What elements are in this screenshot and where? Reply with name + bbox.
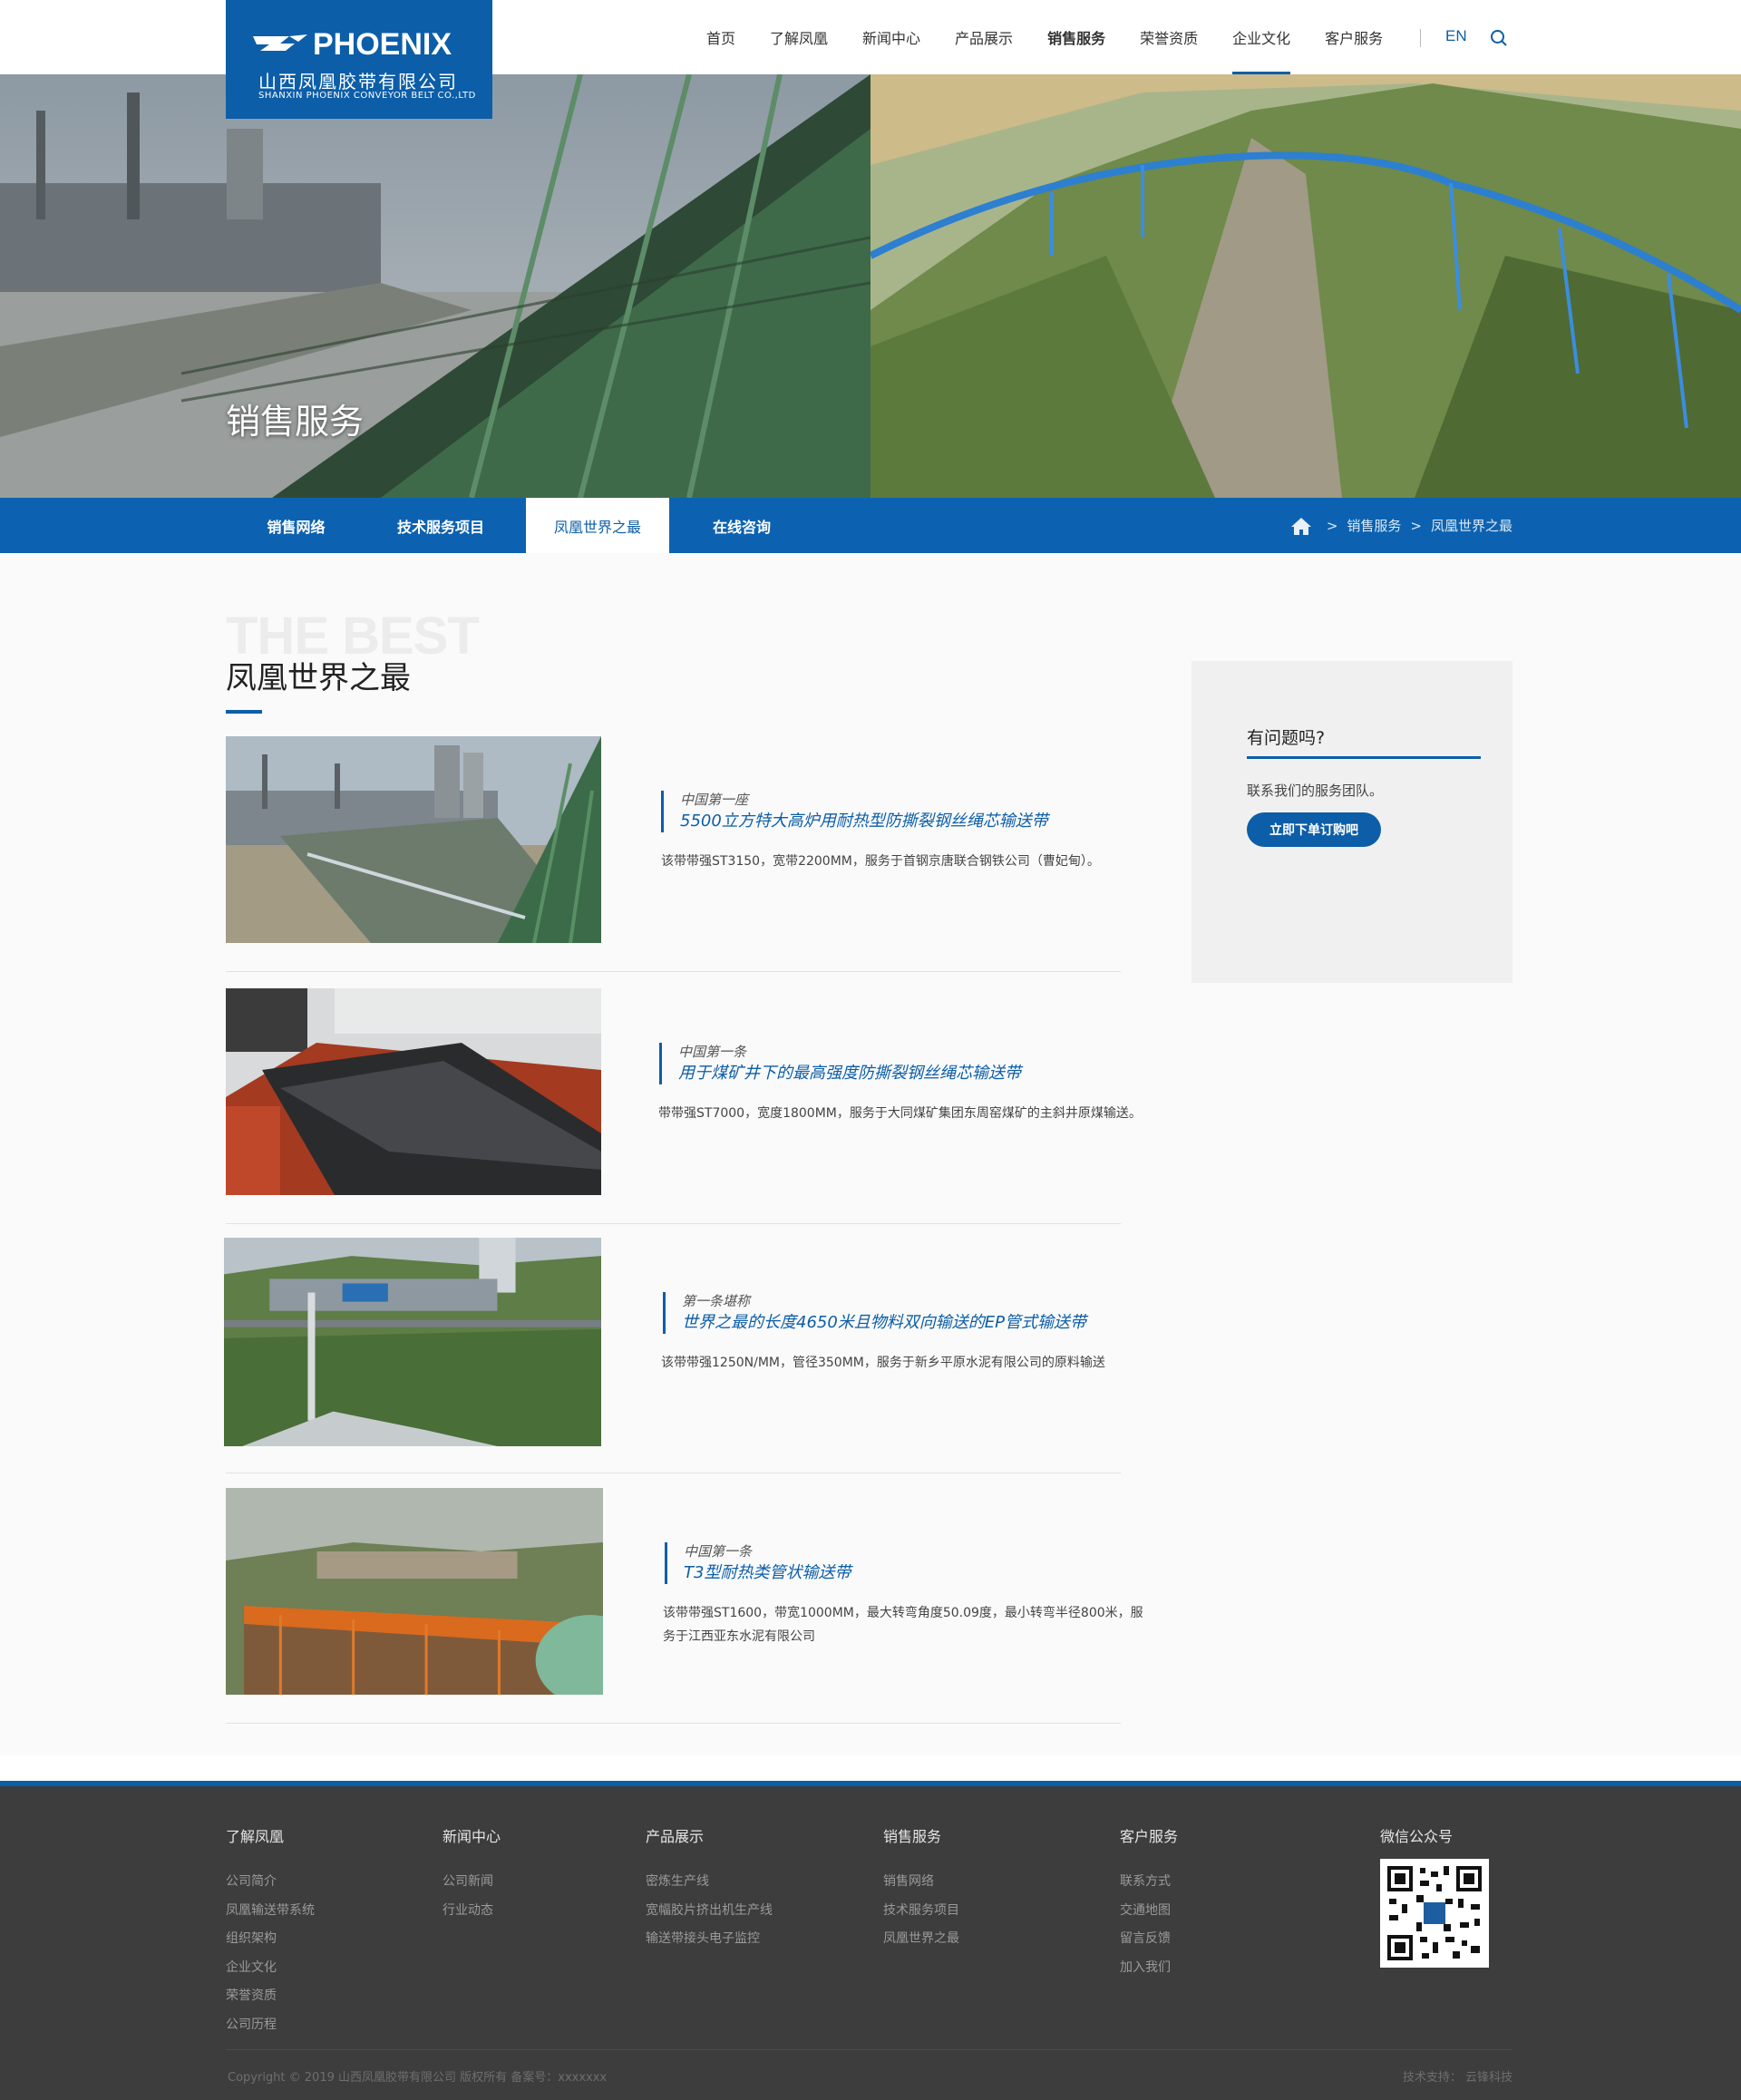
item-tag: 中国第一条 bbox=[684, 1543, 753, 1560]
breadcrumb-separator: > bbox=[1410, 517, 1422, 534]
nav-home[interactable]: 首页 bbox=[689, 0, 753, 74]
item-image-pipe-conveyor bbox=[224, 1238, 601, 1446]
footer-column-customer: 客户服务 联系方式 交通地图 留言反馈 加入我们 bbox=[1120, 1824, 1178, 1982]
nav-customer-service[interactable]: 客户服务 bbox=[1308, 0, 1400, 74]
breadcrumb-separator: > bbox=[1326, 517, 1338, 534]
item-tag: 第一条堪称 bbox=[682, 1293, 751, 1309]
nav-news[interactable]: 新闻中心 bbox=[845, 0, 938, 74]
footer-link[interactable]: 组织架构 bbox=[226, 1925, 315, 1954]
main-nav: 首页 了解凤凰 新闻中心 产品展示 销售服务 荣誉资质 企业文化 客户服务 bbox=[689, 0, 1400, 74]
footer-link[interactable]: 销售网络 bbox=[883, 1868, 959, 1897]
list-item[interactable]: 中国第一座 5500立方特大高炉用耐热型防撕裂钢丝绳芯输送带 该带带强ST315… bbox=[226, 736, 1121, 972]
nav-culture[interactable]: 企业文化 bbox=[1215, 0, 1308, 74]
banner-title: 销售服务 bbox=[226, 402, 365, 442]
nav-products[interactable]: 产品展示 bbox=[938, 0, 1030, 74]
footer-link[interactable]: 公司历程 bbox=[226, 2011, 315, 2040]
subnav-tab-sales-network[interactable]: 销售网络 bbox=[226, 498, 366, 553]
section-title-underline bbox=[226, 710, 262, 714]
language-switch[interactable]: EN bbox=[1445, 27, 1467, 45]
item-title[interactable]: T3型耐热类管状输送带 bbox=[684, 1560, 851, 1586]
footer-heading: 微信公众号 bbox=[1380, 1828, 1454, 1845]
footer-column-products: 产品展示 密炼生产线 宽幅胶片挤出机生产线 输送带接头电子监控 bbox=[646, 1824, 773, 1954]
item-image-steel-plant-conveyor bbox=[226, 736, 601, 943]
item-image-tubular-conveyor bbox=[226, 1488, 603, 1695]
logo-company-name-en: SHANXIN PHOENIX CONVEYOR BELT CO.,LTD bbox=[258, 91, 476, 101]
item-description: 带带强ST7000，宽度1800MM，服务于大同煤矿集团东周窑煤矿的主斜井原煤输… bbox=[658, 1106, 1142, 1121]
item-meta: 中国第一条 用于煤矿井下的最高强度防撕裂钢丝绳芯输送带 bbox=[659, 1043, 1021, 1084]
item-title[interactable]: 用于煤矿井下的最高强度防撕裂钢丝绳芯输送带 bbox=[678, 1061, 1021, 1086]
item-tag: 中国第一条 bbox=[678, 1044, 747, 1060]
tech-support-text: 技术支持： 云锋科技 bbox=[1402, 2071, 1512, 2085]
item-title[interactable]: 世界之最的长度4650米且物料双向输送的EP管式输送带 bbox=[682, 1310, 1086, 1336]
main-content: THE BEST 凤凰世界之最 中国第一座 5500立方特大高炉用耐热型防撕裂钢… bbox=[0, 553, 1741, 1755]
footer-column-about: 了解凤凰 公司简介 凤凰输送带系统 组织架构 企业文化 荣誉资质 公司历程 bbox=[226, 1824, 315, 2039]
footer-column-sales: 销售服务 销售网络 技术服务项目 凤凰世界之最 bbox=[883, 1824, 959, 1954]
home-icon[interactable] bbox=[1290, 516, 1312, 536]
banner-image-mountain-conveyor bbox=[870, 74, 1741, 498]
company-logo[interactable]: PHOENIX 山西凤凰胶带有限公司 SHANXIN PHOENIX CONVE… bbox=[226, 0, 492, 119]
footer-link[interactable]: 行业动态 bbox=[443, 1897, 501, 1926]
copyright-text: Copyright © 2019 山西凤凰胶带有限公司 版权所有 备案号：xxx… bbox=[228, 2071, 608, 2085]
footer-link[interactable]: 公司简介 bbox=[226, 1868, 315, 1897]
logo-company-name: 山西凤凰胶带有限公司 bbox=[258, 71, 458, 92]
item-description: 该带带强ST3150，宽带2200MM，服务于首钢京唐联合钢铁公司（曹妃甸）。 bbox=[661, 854, 1100, 869]
breadcrumb-sales-service[interactable]: 销售服务 bbox=[1347, 516, 1401, 535]
item-meta: 中国第一座 5500立方特大高炉用耐热型防撕裂钢丝绳芯输送带 bbox=[661, 791, 1048, 832]
site-header: PHOENIX 山西凤凰胶带有限公司 SHANXIN PHOENIX CONVE… bbox=[0, 0, 1741, 119]
footer-link[interactable]: 输送带接头电子监控 bbox=[646, 1925, 773, 1954]
nav-sales-service[interactable]: 销售服务 bbox=[1030, 0, 1123, 74]
phoenix-wing-icon bbox=[253, 34, 307, 51]
footer-column-news: 新闻中心 公司新闻 行业动态 bbox=[443, 1824, 501, 1925]
item-description: 该带带强ST1600，带宽1000MM，最大转弯角度50.09度，最小转弯半径8… bbox=[663, 1606, 1143, 1644]
item-description: 该带带强1250N/MM，管径350MM，服务于新乡平原水泥有限公司的原料输送 bbox=[661, 1356, 1105, 1370]
nav-about[interactable]: 了解凤凰 bbox=[753, 0, 845, 74]
subnav-tab-tech-service[interactable]: 技术服务项目 bbox=[368, 498, 513, 553]
item-meta: 第一条堪称 世界之最的长度4650米且物料双向输送的EP管式输送带 bbox=[663, 1292, 1086, 1334]
subnav-tab-world-best[interactable]: 凤凰世界之最 bbox=[526, 498, 669, 553]
item-title[interactable]: 5500立方特大高炉用耐热型防撕裂钢丝绳芯输送带 bbox=[680, 809, 1048, 834]
footer-link[interactable]: 凤凰世界之最 bbox=[883, 1925, 959, 1954]
section-title: 凤凰世界之最 bbox=[226, 660, 411, 696]
footer-divider bbox=[226, 2049, 1512, 2050]
help-box: 有问题吗? 联系我们的服务团队。 立即下单订购吧 bbox=[1191, 661, 1512, 983]
help-title: 有问题吗? bbox=[1247, 728, 1326, 748]
item-tag: 中国第一座 bbox=[680, 792, 749, 808]
help-text: 联系我们的服务团队。 bbox=[1247, 783, 1384, 799]
footer-heading: 销售服务 bbox=[883, 1828, 942, 1845]
hero-banner: 销售服务 bbox=[0, 74, 1741, 498]
list-item[interactable]: 第一条堪称 世界之最的长度4650米且物料双向输送的EP管式输送带 该带带强12… bbox=[224, 1238, 1121, 1473]
breadcrumb-current: 凤凰世界之最 bbox=[1430, 518, 1512, 534]
logo-brand: PHOENIX bbox=[313, 27, 452, 62]
item-image-coal-mine-belt bbox=[226, 988, 601, 1195]
item-meta: 中国第一条 T3型耐热类管状输送带 bbox=[665, 1542, 851, 1584]
list-item[interactable]: 中国第一条 用于煤矿井下的最高强度防撕裂钢丝绳芯输送带 带带强ST7000，宽度… bbox=[226, 988, 1142, 1224]
footer-link[interactable]: 联系方式 bbox=[1120, 1868, 1178, 1897]
banner-image-industrial-conveyor bbox=[0, 74, 870, 498]
footer-link[interactable]: 交通地图 bbox=[1120, 1897, 1178, 1926]
footer-heading: 产品展示 bbox=[646, 1828, 705, 1845]
footer-heading: 了解凤凰 bbox=[226, 1828, 285, 1845]
footer-link[interactable]: 留言反馈 bbox=[1120, 1925, 1178, 1954]
wechat-qr-code bbox=[1380, 1859, 1489, 1968]
list-item[interactable]: 中国第一条 T3型耐热类管状输送带 该带带强ST1600，带宽1000MM，最大… bbox=[226, 1488, 1143, 1724]
help-title-underline bbox=[1247, 756, 1481, 759]
footer-heading: 新闻中心 bbox=[443, 1828, 501, 1845]
footer-link[interactable]: 密炼生产线 bbox=[646, 1868, 773, 1897]
footer-link[interactable]: 宽幅胶片挤出机生产线 bbox=[646, 1897, 773, 1926]
order-now-button[interactable]: 立即下单订购吧 bbox=[1247, 812, 1381, 847]
footer-link[interactable]: 加入我们 bbox=[1120, 1954, 1178, 1983]
footer-link[interactable]: 凤凰输送带系统 bbox=[226, 1897, 315, 1926]
footer-heading: 客户服务 bbox=[1120, 1828, 1179, 1845]
sub-nav-bar: 销售网络 技术服务项目 凤凰世界之最 在线咨询 > 销售服务 > 凤凰世界之最 bbox=[0, 498, 1741, 553]
nav-honors[interactable]: 荣誉资质 bbox=[1123, 0, 1215, 74]
site-footer: 了解凤凰 公司简介 凤凰输送带系统 组织架构 企业文化 荣誉资质 公司历程 新闻… bbox=[0, 1781, 1741, 2100]
footer-link[interactable]: 技术服务项目 bbox=[883, 1897, 959, 1926]
footer-link[interactable]: 荣誉资质 bbox=[226, 1982, 315, 2011]
footer-link[interactable]: 公司新闻 bbox=[443, 1868, 501, 1897]
nav-divider bbox=[1420, 29, 1421, 47]
footer-link[interactable]: 企业文化 bbox=[226, 1954, 315, 1983]
subnav-tab-online-consult[interactable]: 在线咨询 bbox=[669, 498, 814, 553]
search-icon[interactable] bbox=[1490, 29, 1508, 47]
breadcrumb: > 销售服务 > 凤凰世界之最 bbox=[1290, 498, 1512, 553]
